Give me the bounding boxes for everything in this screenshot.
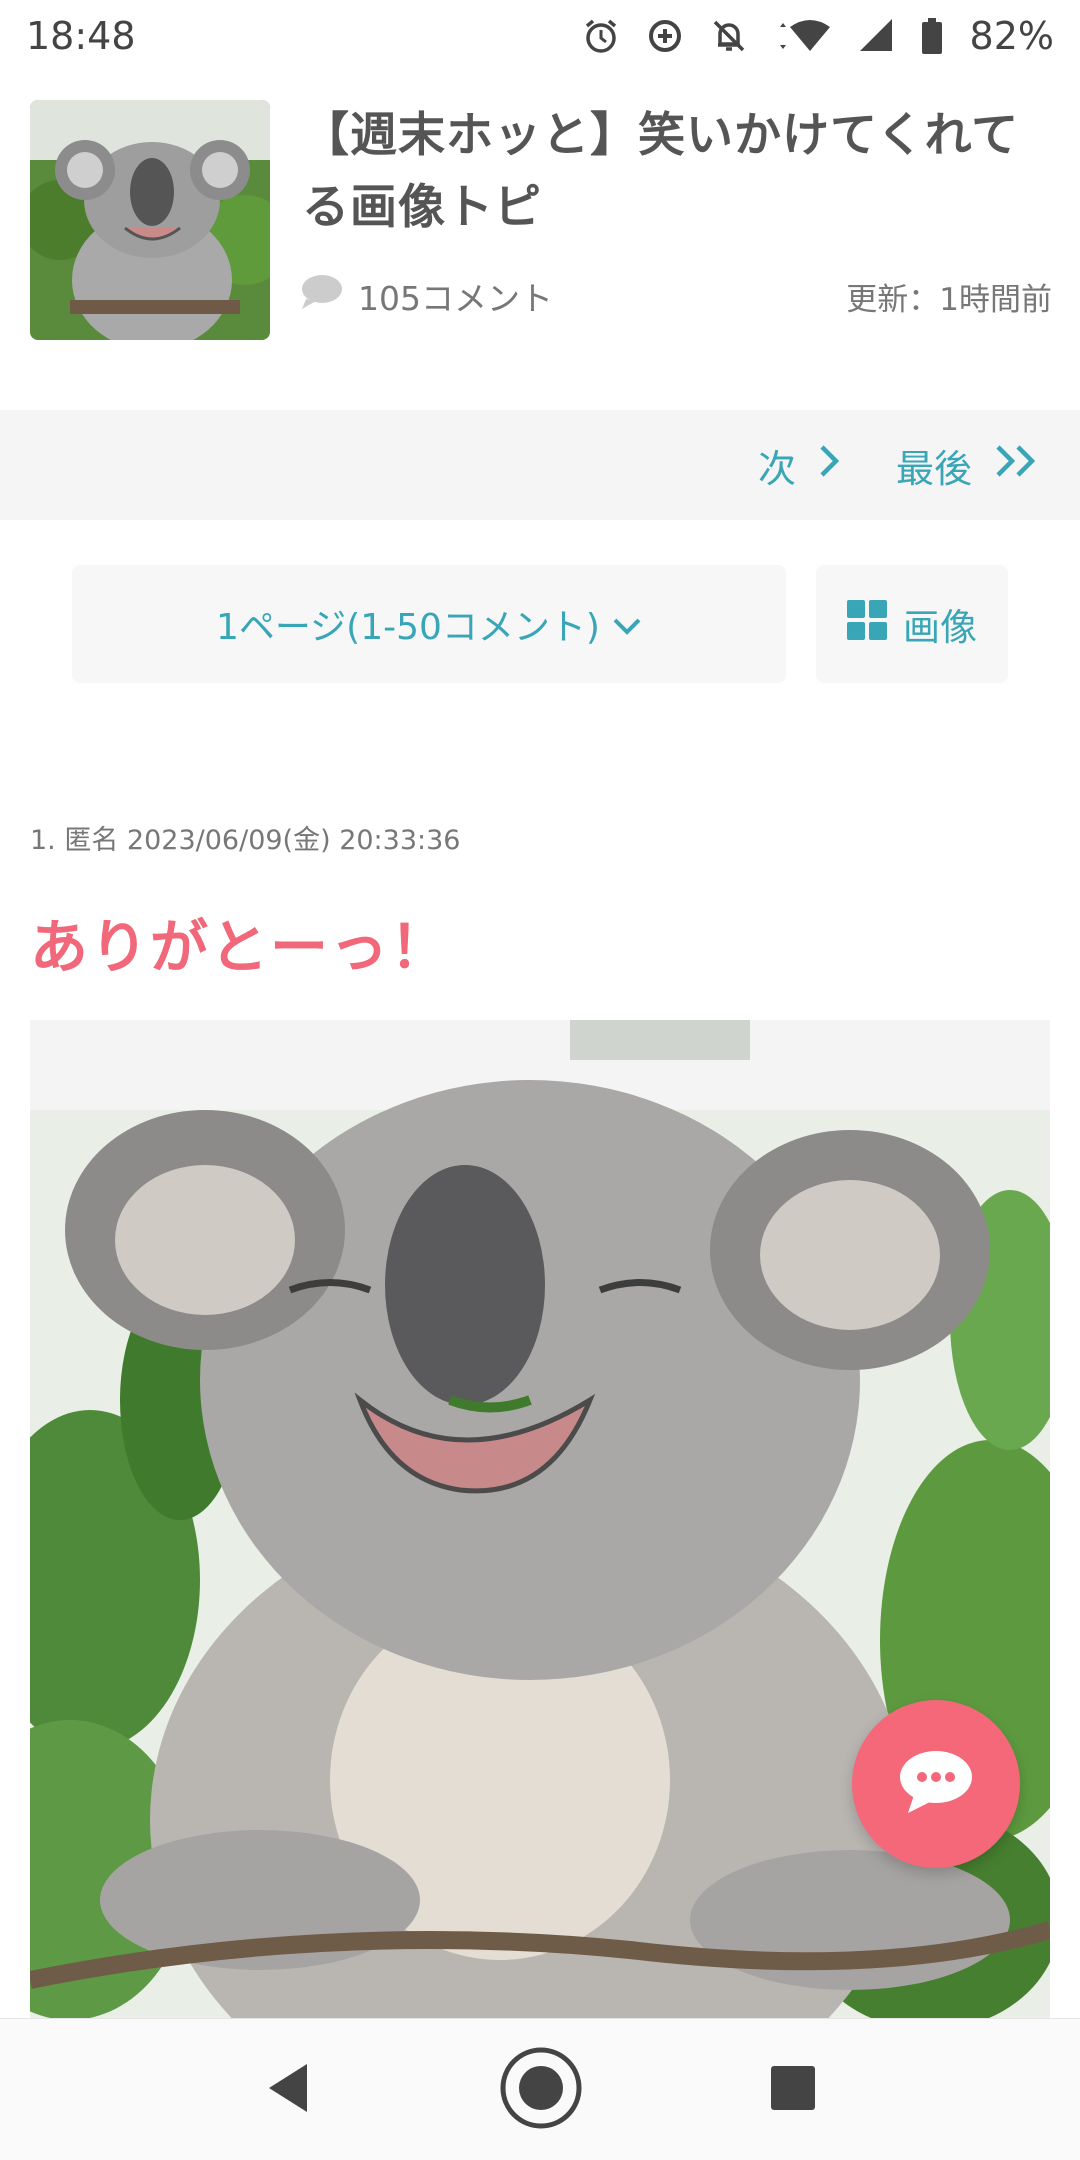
signal-icon — [858, 17, 894, 55]
next-label: 次 — [757, 446, 796, 491]
mute-icon — [710, 17, 748, 55]
post-comment-button[interactable] — [852, 1700, 1020, 1868]
system-nav-bar — [0, 2018, 1080, 2160]
updated-time: 更新：1時間前 — [846, 281, 1052, 318]
topic-thumbnail[interactable] — [30, 100, 270, 340]
next-page-link[interactable]: 次 — [758, 438, 842, 493]
comment-count-text: 105コメント — [358, 279, 553, 318]
comment-body: ありがとーっ！ — [30, 913, 451, 981]
status-icons: 82% — [582, 14, 1054, 58]
topic-title[interactable]: 【週末ホッと】笑いかけてくれてる画像トピ — [302, 100, 1062, 244]
comment-count: 105コメント — [300, 272, 553, 320]
page-select-dropdown[interactable]: 1ページ(1-50コメント) — [72, 565, 786, 683]
chat-bubble-icon — [898, 1749, 974, 1819]
battery-icon — [920, 17, 944, 55]
page-select-label: 1ページ(1-50コメント) — [216, 607, 600, 648]
alarm-icon — [582, 17, 620, 55]
data-saver-icon — [646, 17, 684, 55]
recents-icon[interactable] — [769, 2064, 817, 2116]
status-time: 18:48 — [26, 14, 136, 58]
status-bar: 18:48 82% — [0, 0, 1080, 72]
back-icon[interactable] — [263, 2060, 313, 2120]
comment-meta: 1. 匿名 2023/06/09(金) 20:33:36 — [30, 825, 461, 856]
wifi-icon — [774, 17, 832, 55]
speech-bubble-icon — [300, 273, 344, 319]
topic-header: 【週末ホッと】笑いかけてくれてる画像トピ 105コメント 更新：1時間前 — [0, 92, 1080, 352]
chevron-down-icon — [612, 604, 642, 645]
battery-percentage: 82% — [969, 14, 1054, 58]
images-button[interactable]: 画像 — [816, 565, 1008, 683]
last-page-link[interactable]: 最後 — [896, 438, 1040, 493]
chevron-right-icon — [818, 441, 842, 490]
last-label: 最後 — [895, 446, 972, 491]
images-label: 画像 — [903, 606, 977, 649]
pagination-bar: 次 最後 — [0, 410, 1080, 520]
double-chevron-right-icon — [994, 441, 1040, 490]
home-icon[interactable] — [499, 2046, 583, 2134]
grid-icon — [847, 599, 887, 649]
comment-image[interactable] — [30, 1020, 1050, 2018]
topic-meta: 105コメント 更新：1時間前 — [300, 272, 1052, 320]
